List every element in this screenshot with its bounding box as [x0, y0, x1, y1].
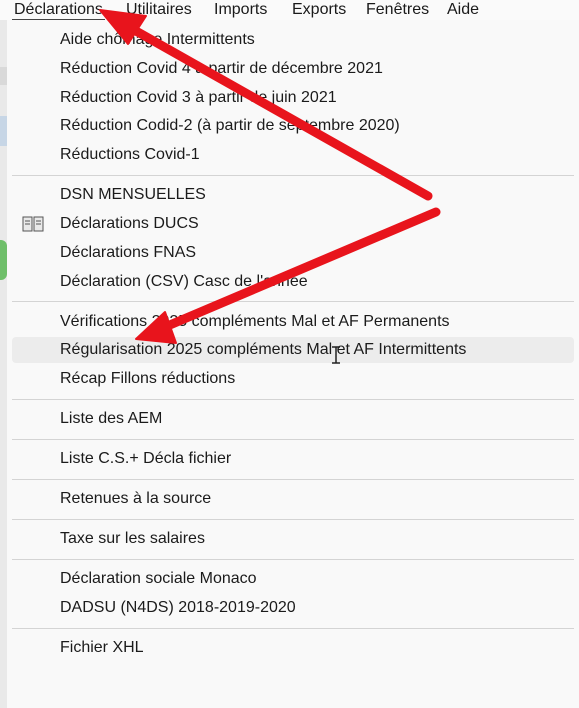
menu-item-reduction-codid-2-a-partir-de-septembre-2020[interactable]: Réduction Codid-2 (à partir de septembre…: [12, 113, 574, 139]
menu-utilitaires[interactable]: Utilitaires: [124, 0, 194, 19]
menu-item-declaration-csv-casc-de-l-annee[interactable]: Déclaration (CSV) Casc de l'année: [12, 269, 574, 295]
menu-separator: [12, 519, 574, 520]
menu-item-label: Vérifications 2025 compléments Mal et AF…: [60, 312, 450, 330]
menu-item-verifications-2025-complements-mal-et-af-permanents[interactable]: Vérifications 2025 compléments Mal et AF…: [12, 309, 574, 335]
menu-item-label: Liste C.S.+ Décla fichier: [60, 450, 232, 468]
menu-item-label: Réduction Covid 3 à partir de juin 2021: [60, 88, 337, 106]
menu-exports[interactable]: Exports: [290, 0, 348, 19]
menu-item-label: Réduction Covid 4 à partir de décembre 2…: [60, 59, 383, 77]
menu-item-aide-chomage-intermittents[interactable]: Aide chômage Intermittents: [12, 27, 574, 53]
menu-item-label: Déclarations FNAS: [60, 243, 197, 261]
menu-item-label: Taxe sur les salaires: [60, 530, 205, 548]
menu-item-label: Réductions Covid-1: [60, 146, 200, 164]
menu-item-taxe-sur-les-salaires[interactable]: Taxe sur les salaires: [12, 526, 574, 552]
menu-item-label: Retenues à la source: [60, 490, 212, 508]
menu-item-reduction-covid-3-a-partir-de-juin-2021[interactable]: Réduction Covid 3 à partir de juin 2021: [12, 85, 574, 111]
menu-item-label: Déclarations DUCS: [60, 215, 199, 232]
menu-item-dadsu-n4ds-2018-2019-2020[interactable]: DADSU (N4DS) 2018-2019-2020: [12, 595, 574, 621]
menu-item-label: Aide chômage Intermittents: [60, 31, 255, 48]
background-strip-mark: [0, 116, 7, 146]
menu-item-declaration-sociale-monaco[interactable]: Déclaration sociale Monaco: [12, 566, 574, 592]
menu-item-dsn-mensuelles[interactable]: DSN MENSUELLES: [12, 182, 574, 208]
menu-item-label: DSN MENSUELLES: [60, 186, 206, 204]
menu-item-fichier-xhl[interactable]: Fichier XHL: [12, 635, 574, 661]
menu-separator: [12, 399, 574, 400]
menu-separator: [12, 559, 574, 560]
background-strip-mark: [0, 240, 7, 280]
menu-item-regularisation-2025-complements-mal-et-af-intermittents[interactable]: Régularisation 2025 compléments Mal et A…: [12, 337, 574, 364]
menu-declarations[interactable]: Déclarations: [12, 0, 105, 20]
menu-bar: Déclarations Utilitaires Imports Exports…: [0, 0, 579, 21]
text-cursor-icon: [332, 346, 340, 364]
menu-item-liste-des-aem[interactable]: Liste des AEM: [12, 406, 574, 432]
menu-item-reductions-covid-1[interactable]: Réductions Covid-1: [12, 142, 574, 168]
menu-item-label: Déclaration sociale Monaco: [60, 570, 257, 588]
menu-imports[interactable]: Imports: [212, 0, 269, 19]
menu-separator: [12, 627, 574, 629]
menu-item-liste-c-s-decla-fichier[interactable]: Liste C.S.+ Décla fichier: [12, 446, 574, 472]
menu-separator: [12, 175, 574, 176]
menu-separator: [12, 439, 574, 440]
declarations-dropdown: Aide chômage Intermittents Réduction Covi…: [7, 20, 579, 708]
menu-item-declarations-ducs[interactable]: Déclarations DUCS: [12, 211, 574, 237]
menu-item-label: DADSU (N4DS) 2018-2019-2020: [60, 599, 296, 616]
menu-item-label: Réduction Codid-2 (à partir de septembre…: [60, 117, 400, 135]
menu-item-label: Récap Fillons réductions: [60, 370, 236, 388]
background-strip-mark: [0, 67, 7, 85]
book-icon: [22, 216, 44, 232]
menu-item-retenues-a-la-source[interactable]: Retenues à la source: [12, 486, 574, 512]
menu-item-label: Régularisation 2025 compléments Mal et A…: [60, 341, 467, 359]
menu-item-label: Déclaration (CSV) Casc de l'année: [60, 272, 308, 290]
menu-fenetres[interactable]: Fenêtres: [364, 0, 431, 19]
menu-item-recap-fillons-reductions[interactable]: Récap Fillons réductions: [12, 366, 574, 392]
menu-separator: [12, 301, 574, 303]
menu-aide[interactable]: Aide: [445, 0, 481, 19]
menu-item-reduction-covid-4-a-partir-de-decembre-2021[interactable]: Réduction Covid 4 à partir de décembre 2…: [12, 56, 574, 82]
menu-separator: [12, 479, 574, 480]
menu-item-label: Liste des AEM: [60, 410, 163, 428]
menu-item-label: Fichier XHL: [60, 639, 144, 656]
menu-item-declarations-fnas[interactable]: Déclarations FNAS: [12, 240, 574, 266]
